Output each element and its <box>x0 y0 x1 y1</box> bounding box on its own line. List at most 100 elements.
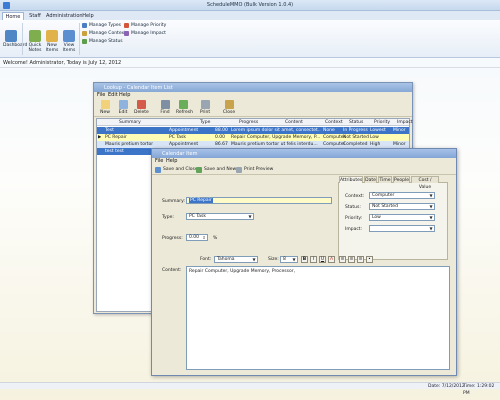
align-left-button[interactable]: ≡ <box>339 256 346 263</box>
tab-date[interactable]: Date <box>364 176 377 183</box>
menu-file[interactable]: File <box>155 158 163 165</box>
print-button[interactable]: Print <box>198 100 212 115</box>
align-center-icon: ≡ <box>349 257 354 262</box>
close-button[interactable]: Close <box>222 100 236 115</box>
cell-type: Appointment <box>169 128 199 133</box>
size-select[interactable]: 8 ▼ <box>280 256 298 263</box>
manage-priority-button[interactable]: Manage Priority <box>124 22 166 29</box>
cell-type: Appointment <box>169 142 199 147</box>
summary-input[interactable]: PC Repair <box>186 197 332 204</box>
calendar-title-bar[interactable]: Calendar Item <box>152 149 456 158</box>
tab-help[interactable]: Help <box>80 12 96 20</box>
manage-context-button[interactable]: Manage Context <box>82 30 126 37</box>
impact-select[interactable]: ▼ <box>369 225 435 232</box>
table-row[interactable]: Test Appointment 88.00 Lorem ipsum dolor… <box>97 127 409 134</box>
tab-home[interactable]: Home <box>2 12 24 20</box>
manage-types-button[interactable]: Manage Types <box>82 22 121 29</box>
find-button[interactable]: Find <box>158 100 172 115</box>
col-context[interactable]: Context <box>325 119 343 126</box>
bold-button[interactable]: B <box>301 256 308 263</box>
menu-help[interactable]: Help <box>166 158 177 165</box>
save-and-new-button[interactable]: Save and New <box>196 166 236 174</box>
edit-button[interactable]: Edit <box>116 100 130 115</box>
size-label: Size: <box>268 257 279 262</box>
tab-attributes[interactable]: Attributes <box>339 176 363 183</box>
menu-file[interactable]: File <box>97 92 105 99</box>
tab-people[interactable]: People <box>393 176 410 183</box>
tab-cost-value[interactable]: Cost / Value <box>411 176 439 190</box>
new-button[interactable]: New <box>98 100 112 115</box>
summary-label: Summary: <box>162 199 185 204</box>
table-row[interactable]: Mauris pretium tortor Appointment 86.67 … <box>97 141 409 148</box>
manage-impact-button[interactable]: Manage Impact <box>124 30 166 37</box>
progress-unit: % <box>213 236 218 241</box>
refresh-button[interactable]: Refresh <box>176 100 193 115</box>
table-row[interactable]: ▶ PC Repair PC Task 0.00 Repair Computer… <box>97 134 409 141</box>
status-select[interactable]: Not Started ▼ <box>369 203 435 210</box>
underline-button[interactable]: U <box>319 256 326 263</box>
col-summary[interactable]: Summary <box>119 119 141 126</box>
type-select[interactable]: PC Task ▼ <box>186 213 254 220</box>
align-right-button[interactable]: ≡ <box>357 256 364 263</box>
delete-button[interactable]: Delete <box>134 100 149 115</box>
print-preview-icon <box>236 167 242 173</box>
dashboard-button[interactable]: Dashboard <box>3 30 27 48</box>
cell-context: None <box>323 128 335 133</box>
lookup-title-bar[interactable]: Lookup - Calendar Item List <box>94 83 412 92</box>
progress-stepper[interactable]: 0.00 ⇕ <box>186 234 208 241</box>
cell-type: PC Task <box>169 135 186 140</box>
status-time: Time: 1:29:02 PM <box>463 384 495 396</box>
col-priority[interactable]: Priority <box>374 119 390 126</box>
print-preview-label: Print Preview <box>244 167 274 172</box>
size-value: 8 <box>283 257 286 262</box>
calendar-item-window: Calendar Item File Help Save and Close S… <box>151 148 457 376</box>
lookup-toolbar: New Edit Delete Find Refresh Print Close <box>94 99 412 117</box>
status-bar: Date: 7/12/2012 Time: 1:29:02 PM <box>0 382 500 396</box>
col-content[interactable]: Content <box>285 119 303 126</box>
cell-status: Not Started <box>343 135 369 140</box>
col-status[interactable]: Status <box>349 119 363 126</box>
new-items-button[interactable]: New Items <box>44 30 60 53</box>
summary-value: PC Repair <box>189 198 213 203</box>
grid-header: Summary Type Progress Content Context St… <box>97 119 413 126</box>
view-items-button[interactable]: View Items <box>61 30 77 53</box>
quick-notes-button[interactable]: Quick Notes <box>27 30 43 53</box>
col-progress[interactable]: Progress <box>239 119 258 126</box>
menu-edit[interactable]: Edit <box>108 92 118 99</box>
priority-select[interactable]: Low ▼ <box>369 214 435 221</box>
spin-arrows-icon[interactable]: ⇕ <box>201 235 207 240</box>
save-and-close-button[interactable]: Save and Close <box>155 166 198 174</box>
status-icon <box>82 39 87 44</box>
col-impact[interactable]: Impact <box>397 119 413 126</box>
col-type[interactable]: Type <box>200 119 210 126</box>
tab-administration[interactable]: Administration <box>46 12 83 20</box>
notes-icon <box>29 30 41 42</box>
context-label: Context: <box>345 194 365 199</box>
font-value: Tahoma <box>217 257 235 262</box>
ribbon-divider <box>22 23 23 55</box>
font-select[interactable]: Tahoma ▼ <box>214 256 258 263</box>
context-select[interactable]: Computer ▼ <box>369 192 435 199</box>
print-preview-button[interactable]: Print Preview <box>236 166 273 174</box>
manage-status-button[interactable]: Manage Status <box>82 38 123 45</box>
edit-label: Edit <box>118 110 128 115</box>
chevron-down-icon: ▼ <box>252 257 256 262</box>
align-center-button[interactable]: ≡ <box>348 256 355 263</box>
font-color-button[interactable]: A <box>328 256 335 263</box>
status-label: Status: <box>345 205 361 210</box>
manage-status-label: Manage Status <box>89 39 123 44</box>
ribbon: Dashboard Quick Notes New Items View Ite… <box>0 20 500 58</box>
content-textarea[interactable]: Repair Computer, Upgrade Memory, Process… <box>186 266 450 370</box>
italic-button[interactable]: I <box>310 256 317 263</box>
bullet-list-button[interactable]: • <box>366 256 373 263</box>
status-date: Date: 7/12/2012 <box>428 384 465 389</box>
cell-priority: High <box>370 142 381 147</box>
format-toolbar: Font: Tahoma ▼ Size: 8 ▼ B I U A ≡ ≡ ≡ • <box>184 255 448 264</box>
tab-staff[interactable]: Staff <box>26 12 44 20</box>
find-label: Find <box>160 110 170 115</box>
tab-time[interactable]: Time <box>378 176 392 183</box>
edit-icon <box>118 100 128 109</box>
ribbon-divider <box>79 23 80 55</box>
cell-status: In Progress <box>343 128 368 133</box>
menu-help[interactable]: Help <box>119 92 130 99</box>
